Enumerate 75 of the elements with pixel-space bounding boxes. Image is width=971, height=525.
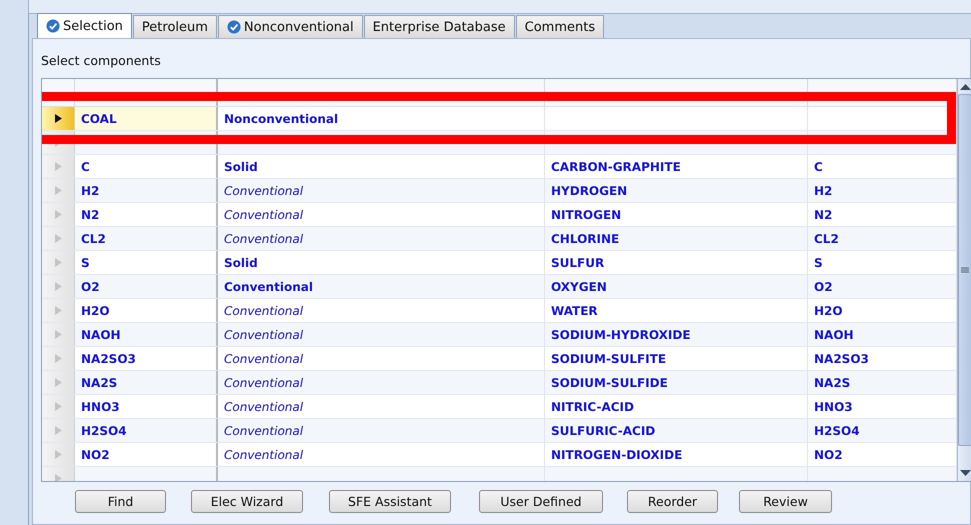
button[interactable]: User Defined — [479, 490, 603, 512]
component-name-cell[interactable]: WATER — [545, 299, 808, 322]
scroll-down-icon[interactable] — [960, 470, 970, 477]
type-cell[interactable]: Nonconventional — [218, 107, 545, 130]
component-name-cell[interactable]: HYDROGEN — [545, 179, 808, 202]
component-id-cell[interactable]: O2 — [75, 275, 218, 298]
button[interactable]: Reorder — [627, 490, 718, 512]
button[interactable]: Find — [75, 490, 166, 512]
type-cell[interactable]: Conventional — [218, 203, 545, 226]
component-id-cell[interactable]: COAL — [75, 107, 218, 130]
scroll-up-icon[interactable] — [960, 83, 970, 90]
type-cell[interactable]: Conventional — [218, 227, 545, 250]
row-marker-icon — [54, 306, 62, 315]
component-id-cell[interactable]: CL2 — [75, 227, 218, 250]
type-cell[interactable]: Solid — [218, 251, 545, 274]
type-cell[interactable]: Conventional — [218, 299, 545, 322]
tab[interactable]: Comments — [516, 15, 604, 38]
tab[interactable]: Petroleum — [132, 15, 217, 38]
row-marker-icon — [54, 330, 62, 339]
component-id-cell[interactable]: H2 — [75, 179, 218, 202]
tab[interactable]: Nonconventional — [218, 15, 363, 38]
grid-row[interactable]: O2 Conventional OXYGEN O2 — [42, 275, 957, 299]
component-name-cell[interactable]: SODIUM-HYDROXIDE — [545, 323, 808, 346]
row-marker-icon — [54, 162, 62, 171]
check-icon — [226, 20, 241, 34]
component-name-cell[interactable]: SODIUM-SULFITE — [545, 347, 808, 370]
type-cell[interactable]: Conventional — [218, 323, 545, 346]
row-marker-icon — [54, 378, 62, 387]
component-name-cell[interactable]: NITROGEN-DIOXIDE — [545, 443, 808, 466]
row-marker-icon — [54, 258, 62, 267]
grid-row[interactable]: CL2 Conventional CHLORINE CL2 — [42, 227, 957, 251]
component-name-cell[interactable]: SODIUM-SULFIDE — [545, 371, 808, 394]
current-row-marker-icon — [54, 114, 62, 123]
grip-icon — [961, 267, 969, 273]
component-name-cell[interactable]: CHLORINE — [545, 227, 808, 250]
component-name-cell[interactable]: OXYGEN — [545, 275, 808, 298]
component-name-cell[interactable]: SULFUR — [545, 251, 808, 274]
grid-row[interactable]: NA2S Conventional SODIUM-SULFIDE NA2S — [42, 371, 957, 395]
type-cell[interactable]: Conventional — [218, 395, 545, 418]
type-cell[interactable]: Conventional — [218, 443, 545, 466]
component-name-cell[interactable]: NITROGEN — [545, 203, 808, 226]
tab[interactable]: Selection — [37, 13, 132, 38]
button[interactable]: Elec Wizard — [191, 490, 303, 512]
grid-row[interactable]: H2SO4 Conventional SULFURIC-ACID H2SO4 — [42, 419, 957, 443]
row-marker-icon — [54, 210, 62, 219]
type-cell[interactable]: Conventional — [218, 347, 545, 370]
row-marker-icon — [54, 186, 62, 195]
row-marker-icon — [54, 282, 62, 291]
component-id-cell[interactable]: NAOH — [75, 323, 218, 346]
button[interactable]: SFE Assistant — [329, 490, 451, 512]
row-marker-icon — [54, 426, 62, 435]
type-cell[interactable]: Solid — [218, 155, 545, 178]
type-cell[interactable]: Conventional — [218, 275, 545, 298]
row-marker-icon — [54, 234, 62, 243]
row-marker-icon — [54, 450, 62, 459]
check-icon — [46, 19, 60, 33]
vertical-scrollbar[interactable] — [957, 79, 971, 481]
section-label: Select components — [41, 53, 162, 69]
row-marker-icon — [54, 402, 62, 411]
tab[interactable]: Enterprise Database — [364, 15, 515, 38]
row-header[interactable] — [42, 107, 75, 130]
component-id-cell[interactable]: H2SO4 — [75, 419, 218, 442]
type-cell[interactable]: Conventional — [218, 371, 545, 394]
component-name-cell[interactable]: CARBON-GRAPHITE — [545, 155, 808, 178]
component-name-cell[interactable]: SULFURIC-ACID — [545, 419, 808, 442]
row-marker-icon — [54, 354, 62, 363]
component-id-cell[interactable]: NA2S — [75, 371, 218, 394]
row-marker-icon — [54, 474, 62, 481]
type-cell[interactable]: Conventional — [218, 419, 545, 442]
button[interactable]: Review — [739, 490, 832, 512]
grid-row[interactable]: H2 Conventional HYDROGEN H2 — [42, 179, 957, 203]
type-cell[interactable]: Conventional — [218, 179, 545, 202]
grid-row[interactable]: NAOH Conventional SODIUM-HYDROXIDE NAOH — [42, 323, 957, 347]
scroll-thumb[interactable] — [958, 94, 971, 446]
component-name-cell[interactable]: NITRIC-ACID — [545, 395, 808, 418]
